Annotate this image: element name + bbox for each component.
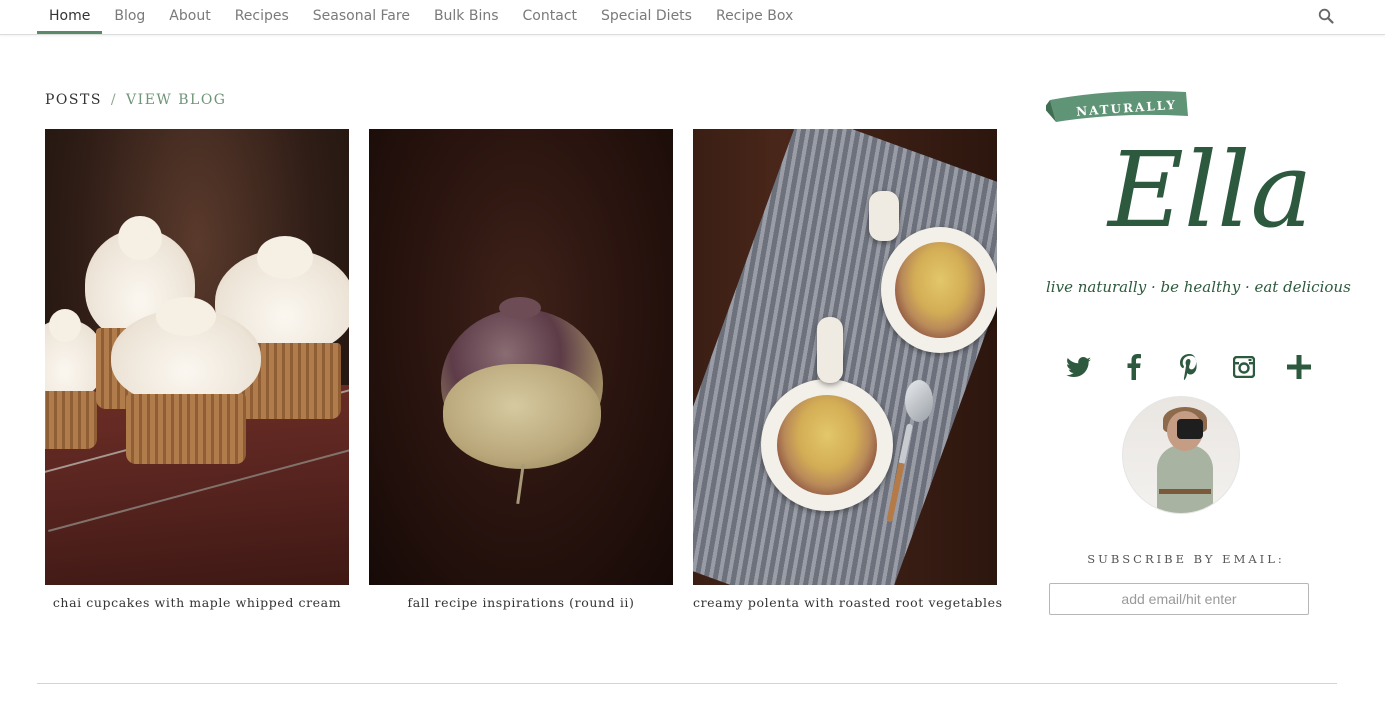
turnip-decor <box>516 463 525 505</box>
author-avatar[interactable] <box>1122 396 1240 514</box>
post-card[interactable]: fall recipe inspirations (round ii) <box>369 129 673 610</box>
footer-divider <box>37 683 1337 684</box>
polenta-bowls-photo[interactable] <box>693 129 997 585</box>
top-navigation: Home Blog About Recipes Seasonal Fare Bu… <box>0 0 1385 35</box>
nav-item-recipes[interactable]: Recipes <box>223 0 301 34</box>
nav-item-recipe-box[interactable]: Recipe Box <box>704 0 805 34</box>
instagram-icon[interactable] <box>1222 352 1266 382</box>
email-subscribe-input[interactable] <box>1049 583 1309 615</box>
post-card[interactable]: chai cupcakes with maple whipped cream <box>45 129 349 610</box>
posts-separator: / <box>110 92 118 108</box>
nav-menu: Home Blog About Recipes Seasonal Fare Bu… <box>37 0 805 34</box>
nav-item-about[interactable]: About <box>157 0 222 34</box>
towel-decor <box>693 129 997 585</box>
avatar-decor <box>1159 489 1211 494</box>
nav-item-blog[interactable]: Blog <box>102 0 157 34</box>
avatar-decor <box>1157 445 1213 513</box>
pinterest-icon[interactable] <box>1167 352 1211 382</box>
posts-header: POSTS / VIEW BLOG <box>45 92 227 108</box>
nav-item-home[interactable]: Home <box>37 0 103 34</box>
subscribe-label: SUBSCRIBE BY EMAIL: <box>1087 552 1285 566</box>
post-caption[interactable]: creamy polenta with roasted root vegetab… <box>693 595 1002 610</box>
post-caption[interactable]: fall recipe inspirations (round ii) <box>369 595 673 610</box>
post-card[interactable]: creamy polenta with roasted root vegetab… <box>693 129 1002 610</box>
bowl-handle-decor <box>869 191 899 241</box>
logo-script-text: Ella <box>1106 129 1312 246</box>
twitter-icon[interactable] <box>1057 352 1101 382</box>
turnip-decor <box>499 297 541 319</box>
cupcakes-photo[interactable] <box>45 129 349 585</box>
tagline: live naturally · be healthy · eat delici… <box>1046 278 1351 296</box>
view-blog-link[interactable]: VIEW BLOG <box>126 92 226 108</box>
search-icon[interactable] <box>1318 8 1334 24</box>
naturally-ella-logo[interactable]: NATURALLY Ella <box>1046 86 1326 246</box>
cupcake-decor <box>111 297 261 464</box>
turnip-decor <box>443 364 601 469</box>
nav-item-seasonal-fare[interactable]: Seasonal Fare <box>301 0 422 34</box>
nav-item-special-diets[interactable]: Special Diets <box>589 0 704 34</box>
nav-item-bulk-bins[interactable]: Bulk Bins <box>422 0 511 34</box>
posts-label: POSTS <box>45 92 102 108</box>
post-caption[interactable]: chai cupcakes with maple whipped cream <box>45 595 349 610</box>
bowl-decor <box>761 379 893 511</box>
social-links <box>1057 352 1332 382</box>
turnip-photo[interactable] <box>369 129 673 585</box>
bowl-handle-decor <box>817 317 843 383</box>
plus-icon[interactable] <box>1277 352 1321 382</box>
facebook-icon[interactable] <box>1112 352 1156 382</box>
nav-item-contact[interactable]: Contact <box>511 0 589 34</box>
camera-icon <box>1177 419 1203 439</box>
bowl-decor <box>881 227 997 353</box>
spoon-decor <box>905 380 933 422</box>
